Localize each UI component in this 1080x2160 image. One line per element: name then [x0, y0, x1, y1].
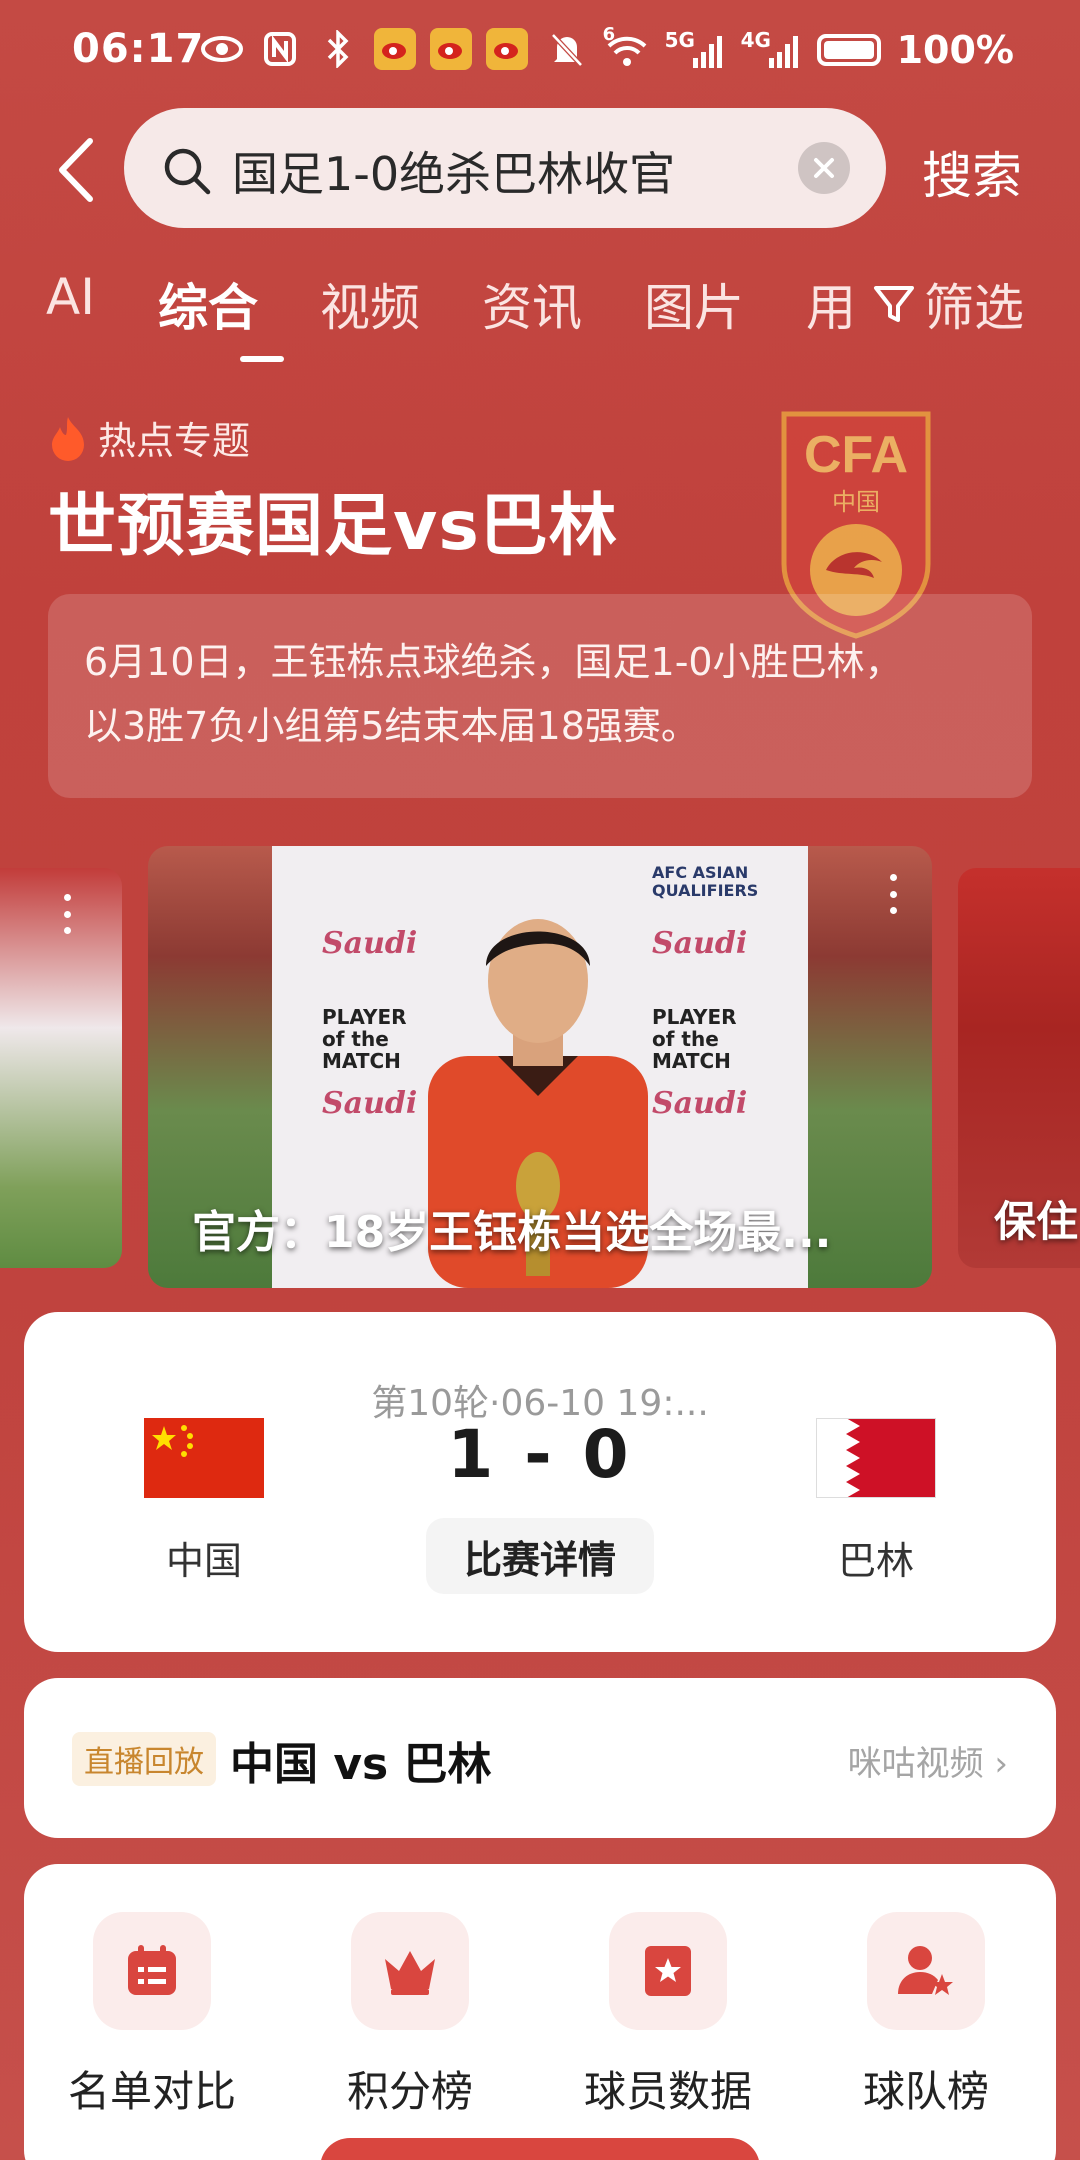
- roster-compare-label: 名单对比: [67, 2067, 236, 2116]
- tab-partial[interactable]: 用: [806, 268, 856, 340]
- filter-icon: [874, 286, 914, 322]
- bottom-action-button[interactable]: [320, 2138, 760, 2160]
- filter-label: 筛选: [924, 279, 1024, 337]
- user-star-icon: [867, 1912, 985, 2030]
- wifi-badge: 6: [602, 24, 616, 45]
- player-stats-label: 球员数据: [583, 2067, 752, 2116]
- media-carousel: Saudi Saudi Saudi Saudi PLAYER of the MA…: [0, 846, 1080, 1290]
- search-icon: [162, 146, 212, 200]
- replay-title: 中国 vs 巴林: [230, 1739, 492, 1790]
- battery-percent: 100%: [896, 28, 1014, 72]
- tab-video[interactable]: 视频: [320, 268, 420, 340]
- team-ranking-label: 球队榜: [862, 2067, 989, 2116]
- topic-description-line1: 6月10日，王钰栋点球绝杀，国足1-0小胜巴林，: [84, 640, 903, 684]
- search-button[interactable]: 搜索: [922, 136, 1022, 208]
- signal-5g-icon: 5G: [665, 28, 725, 70]
- clear-search-button[interactable]: [798, 142, 850, 194]
- carousel-main-caption: 官方：18岁王钰栋当选全场最...: [192, 1207, 832, 1258]
- replay-source-link[interactable]: 咪咕视频 ›: [848, 1736, 1008, 1785]
- bahrain-flag-icon: [816, 1418, 936, 1498]
- live-replay-card[interactable]: 直播回放 中国 vs 巴林 咪咕视频 ›: [24, 1678, 1056, 1838]
- search-input[interactable]: 国足1-0绝杀巴林收官: [124, 108, 886, 228]
- battery-icon: [816, 34, 881, 66]
- team-ranking-entry[interactable]: 球队榜: [826, 1912, 1026, 2119]
- filter-button[interactable]: 筛选: [872, 268, 1024, 340]
- search-query[interactable]: 国足1-0绝杀巴林收官: [232, 138, 792, 204]
- tab-news[interactable]: 资讯: [482, 268, 582, 340]
- carousel-card-previous[interactable]: [0, 868, 122, 1268]
- close-icon: [814, 158, 834, 178]
- status-bar: 06:17 6 5G 4G 100%: [0, 0, 1080, 104]
- signal-4g-icon: 4G: [741, 28, 801, 70]
- match-score-card[interactable]: 第10轮·06-10 19:... 中国 1 - 0 比赛详情 巴林: [24, 1312, 1056, 1652]
- mute-bell-icon: [545, 30, 589, 70]
- weibo-app-icon: [486, 28, 528, 70]
- player-stats-entry[interactable]: 球员数据: [568, 1912, 768, 2119]
- status-icons-right: 6 5G 4G 100%: [545, 24, 1014, 72]
- roster-compare-entry[interactable]: 名单对比: [52, 1912, 252, 2119]
- eye-icon: [200, 29, 244, 69]
- chevron-left-icon: [59, 138, 93, 202]
- wifi-icon: 6: [603, 24, 649, 70]
- carousel-card-main[interactable]: Saudi Saudi Saudi Saudi PLAYER of the MA…: [148, 846, 932, 1288]
- away-team-name[interactable]: 巴林: [776, 1530, 976, 1585]
- crown-icon: [351, 1912, 469, 2030]
- svg-text:CFA: CFA: [804, 426, 908, 484]
- weibo-app-icon: [430, 28, 472, 70]
- topic-description-line2: 以3胜7负小组第5结束本届18强赛。: [84, 704, 699, 748]
- weibo-app-icon: [374, 28, 416, 70]
- more-options-icon[interactable]: [888, 874, 898, 914]
- bluetooth-icon: [316, 29, 360, 69]
- topic-title[interactable]: 世预赛国足vs巴林: [48, 470, 618, 569]
- tab-general[interactable]: 综合: [158, 268, 258, 340]
- back-button[interactable]: [48, 130, 104, 210]
- carousel-card-next[interactable]: 保住: [958, 868, 1080, 1268]
- carousel-next-caption: 保住: [994, 1197, 1079, 1246]
- hot-topic-label: 热点专题: [98, 419, 251, 463]
- home-team-name[interactable]: 中国: [104, 1530, 304, 1585]
- status-time: 06:17: [72, 26, 205, 72]
- more-options-icon[interactable]: [62, 894, 72, 934]
- standings-entry[interactable]: 积分榜: [310, 1912, 510, 2119]
- calendar-list-icon: [93, 1912, 211, 2030]
- tab-images[interactable]: 图片: [644, 268, 744, 340]
- flame-icon: [52, 416, 84, 461]
- standings-label: 积分榜: [346, 2067, 473, 2116]
- status-icons-left: [200, 28, 528, 70]
- replay-badge: 直播回放: [72, 1732, 216, 1786]
- active-tab-indicator: [240, 356, 284, 362]
- match-detail-button[interactable]: 比赛详情: [426, 1518, 654, 1594]
- result-tabs: AI 综合 视频 资讯 图片 用 筛选: [46, 268, 1046, 368]
- tab-ai[interactable]: AI: [46, 268, 95, 326]
- hot-topic-header: 热点专题: [48, 410, 250, 465]
- quick-entries-card: 名单对比 积分榜 球员数据 球队榜: [24, 1864, 1056, 2160]
- svg-text:中国: 中国: [832, 488, 880, 516]
- topic-description-card[interactable]: 6月10日，王钰栋点球绝杀，国足1-0小胜巴林， 以3胜7负小组第5结束本届18…: [48, 594, 1032, 798]
- star-card-icon: [609, 1912, 727, 2030]
- nfc-icon: [258, 29, 302, 69]
